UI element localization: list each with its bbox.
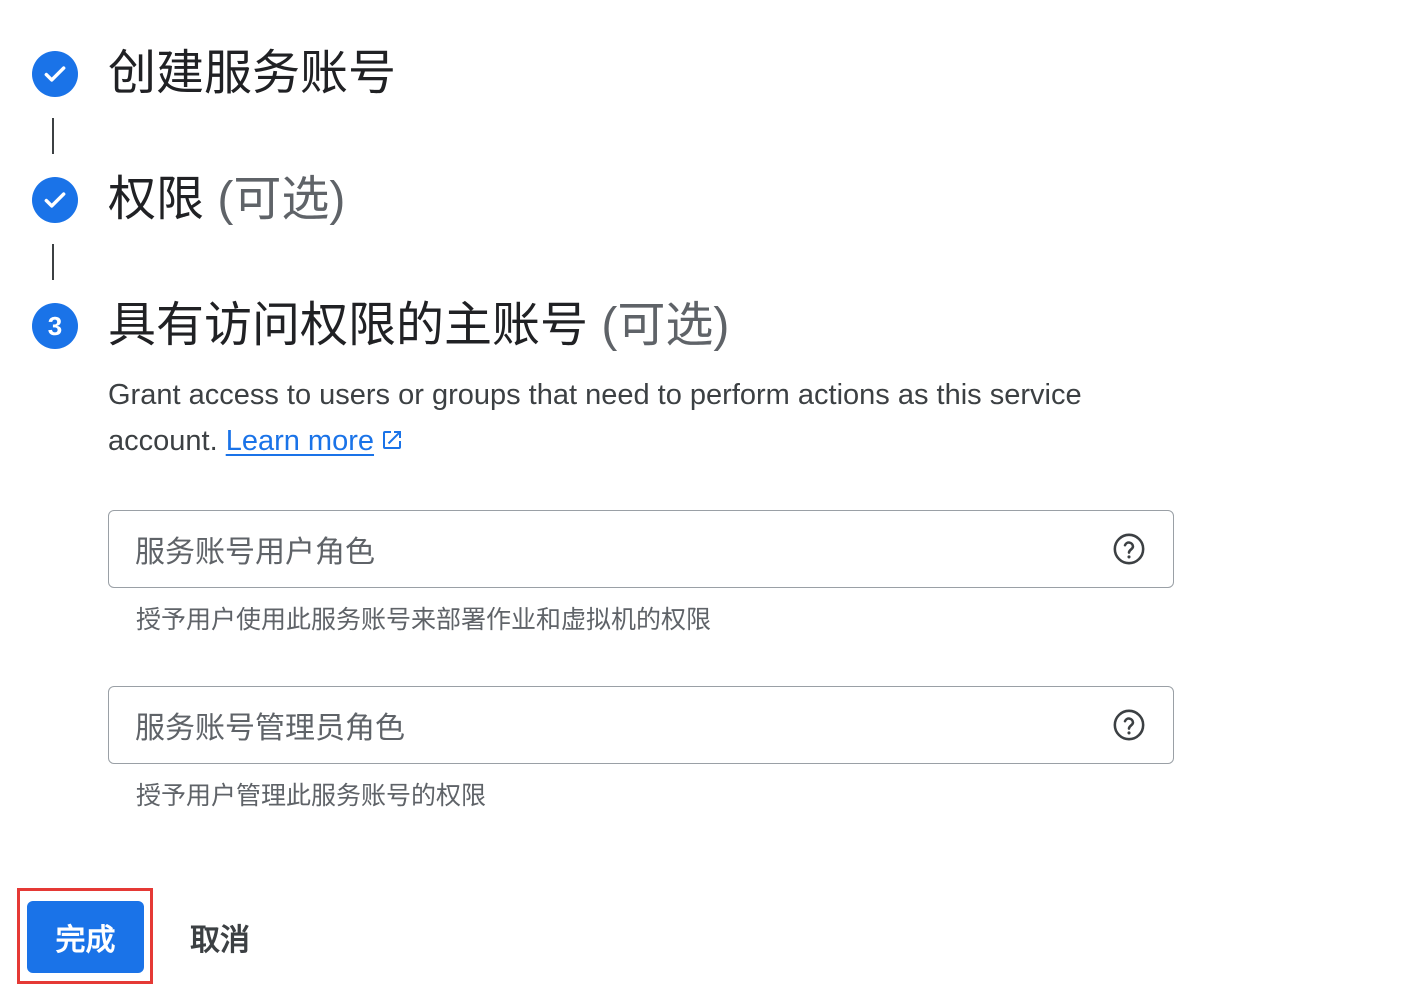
step-title: 权限 (可选) [108, 173, 346, 226]
learn-more-link[interactable]: Learn more [226, 425, 374, 457]
step-number: 3 [47, 310, 63, 341]
step-connector [52, 244, 54, 280]
role-label: 服务账号用户角色 [135, 536, 375, 569]
help-icon[interactable] [1111, 531, 1147, 567]
role-hint: 授予用户使用此服务账号来部署作业和虚拟机的权限 [136, 606, 712, 634]
step-connector [52, 118, 54, 154]
service-account-user-role-field[interactable]: 服务账号用户角色 [108, 510, 1174, 588]
role-label: 服务账号管理员角色 [135, 712, 405, 745]
optional-label: (可选) [217, 173, 346, 226]
role-hint: 授予用户管理此服务账号的权限 [136, 782, 487, 810]
step-number-badge: 3 [32, 303, 78, 349]
step-principals-with-access: 3 具有访问权限的主账号 (可选) [32, 296, 729, 356]
step-create-service-account: 创建服务账号 [32, 44, 396, 104]
optional-label: (可选) [601, 299, 730, 352]
step-description: Grant access to users or groups that nee… [108, 372, 1188, 466]
check-icon [32, 177, 78, 223]
service-account-admin-role-field[interactable]: 服务账号管理员角色 [108, 686, 1174, 764]
step-title: 具有访问权限的主账号 (可选) [108, 299, 730, 352]
cancel-button[interactable]: 取消 [170, 901, 270, 973]
done-button[interactable]: 完成 [27, 901, 144, 973]
check-icon [32, 51, 78, 97]
help-icon[interactable] [1111, 707, 1147, 743]
step-permissions: 权限 (可选) [32, 170, 345, 230]
step-title: 创建服务账号 [108, 47, 397, 100]
open-in-new-icon[interactable] [380, 420, 404, 466]
